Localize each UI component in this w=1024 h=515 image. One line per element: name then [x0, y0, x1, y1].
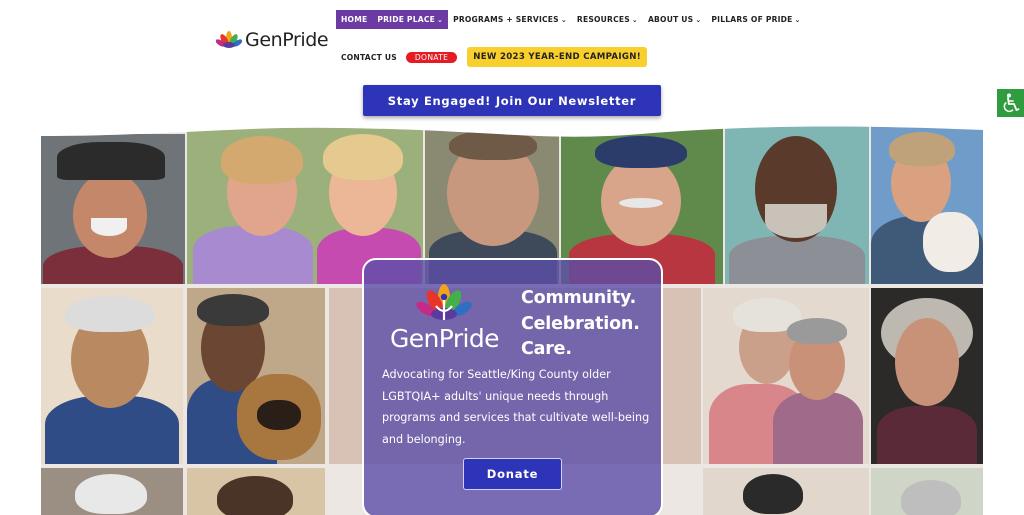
chevron-down-icon: ⌄	[436, 16, 444, 24]
secondary-nav: CONTACT US DONATE NEW 2023 YEAR-END CAMP…	[336, 47, 647, 67]
site-logo[interactable]: GenPride	[216, 29, 329, 51]
nav-about-us[interactable]: ABOUT US ⌄	[643, 10, 706, 29]
hero-tagline: Community. Celebration. Care.	[521, 286, 640, 363]
hero-description: Advocating for Seattle/King County older…	[382, 368, 650, 446]
hero-donate-button[interactable]: Donate	[463, 458, 562, 490]
nav-programs-label: PROGRAMS + SERVICES	[453, 15, 559, 24]
photo-bottom-4	[871, 468, 983, 515]
nav-contact-us[interactable]: CONTACT US	[336, 48, 402, 67]
nav-resources[interactable]: RESOURCES ⌄	[572, 10, 643, 29]
photo-man-fedora	[41, 134, 185, 284]
campaign-button[interactable]: NEW 2023 YEAR-END CAMPAIGN!	[467, 47, 647, 67]
hero-logo: GenPride	[390, 282, 500, 353]
nav-active-group: HOME PRIDE PLACE ⌄	[336, 10, 449, 29]
nav-donate-button[interactable]: DONATE	[405, 51, 458, 63]
tagline-line-3: Care.	[521, 339, 572, 359]
chevron-down-icon: ⌄	[631, 16, 638, 24]
photo-man-glasses	[41, 288, 183, 464]
photo-bottom-3	[703, 468, 869, 515]
nav-pride-place[interactable]: PRIDE PLACE ⌄	[372, 10, 448, 29]
nav-programs-services[interactable]: PROGRAMS + SERVICES ⌄	[448, 10, 572, 29]
nav-pillars-label: PILLARS OF PRIDE	[711, 15, 793, 24]
hero-wave-divider	[41, 126, 983, 137]
nav-home[interactable]: HOME	[336, 10, 372, 29]
lotus-logo-icon	[216, 31, 242, 48]
site-header: GenPride HOME PRIDE PLACE ⌄ PROGRAMS + SE…	[0, 0, 1024, 126]
photo-woman-pug	[187, 288, 325, 464]
hero-banner: GenPride Community. Celebration. Care. A…	[41, 126, 983, 515]
newsletter-button[interactable]: Stay Engaged! Join Our Newsletter	[363, 85, 661, 116]
lotus-logo-icon	[416, 284, 472, 320]
chevron-down-icon: ⌄	[695, 16, 702, 24]
photo-bottom-1	[41, 468, 183, 515]
photo-women-hug	[703, 288, 869, 464]
nav-pride-place-label: PRIDE PLACE	[377, 15, 435, 24]
hero-card: GenPride Community. Celebration. Care. A…	[362, 258, 663, 515]
main-nav: HOME PRIDE PLACE ⌄ PROGRAMS + SERVICES ⌄ R…	[336, 10, 806, 29]
chevron-down-icon: ⌄	[560, 16, 567, 24]
nav-pillars-of-pride[interactable]: PILLARS OF PRIDE ⌄	[706, 10, 805, 29]
photo-bottom-2	[187, 468, 325, 515]
nav-home-label: HOME	[341, 15, 368, 24]
hero-logo-wordmark: GenPride	[390, 324, 500, 353]
nav-about-label: ABOUT US	[647, 15, 694, 24]
chevron-down-icon: ⌄	[794, 16, 801, 24]
nav-resources-label: RESOURCES	[576, 15, 630, 24]
photo-woman-curly	[871, 288, 983, 464]
wheelchair-icon	[1003, 93, 1019, 113]
logo-wordmark: GenPride	[245, 29, 329, 51]
tagline-line-2: Celebration.	[521, 313, 640, 334]
accessibility-button[interactable]	[997, 89, 1024, 117]
tagline-line-1: Community.	[521, 288, 637, 308]
